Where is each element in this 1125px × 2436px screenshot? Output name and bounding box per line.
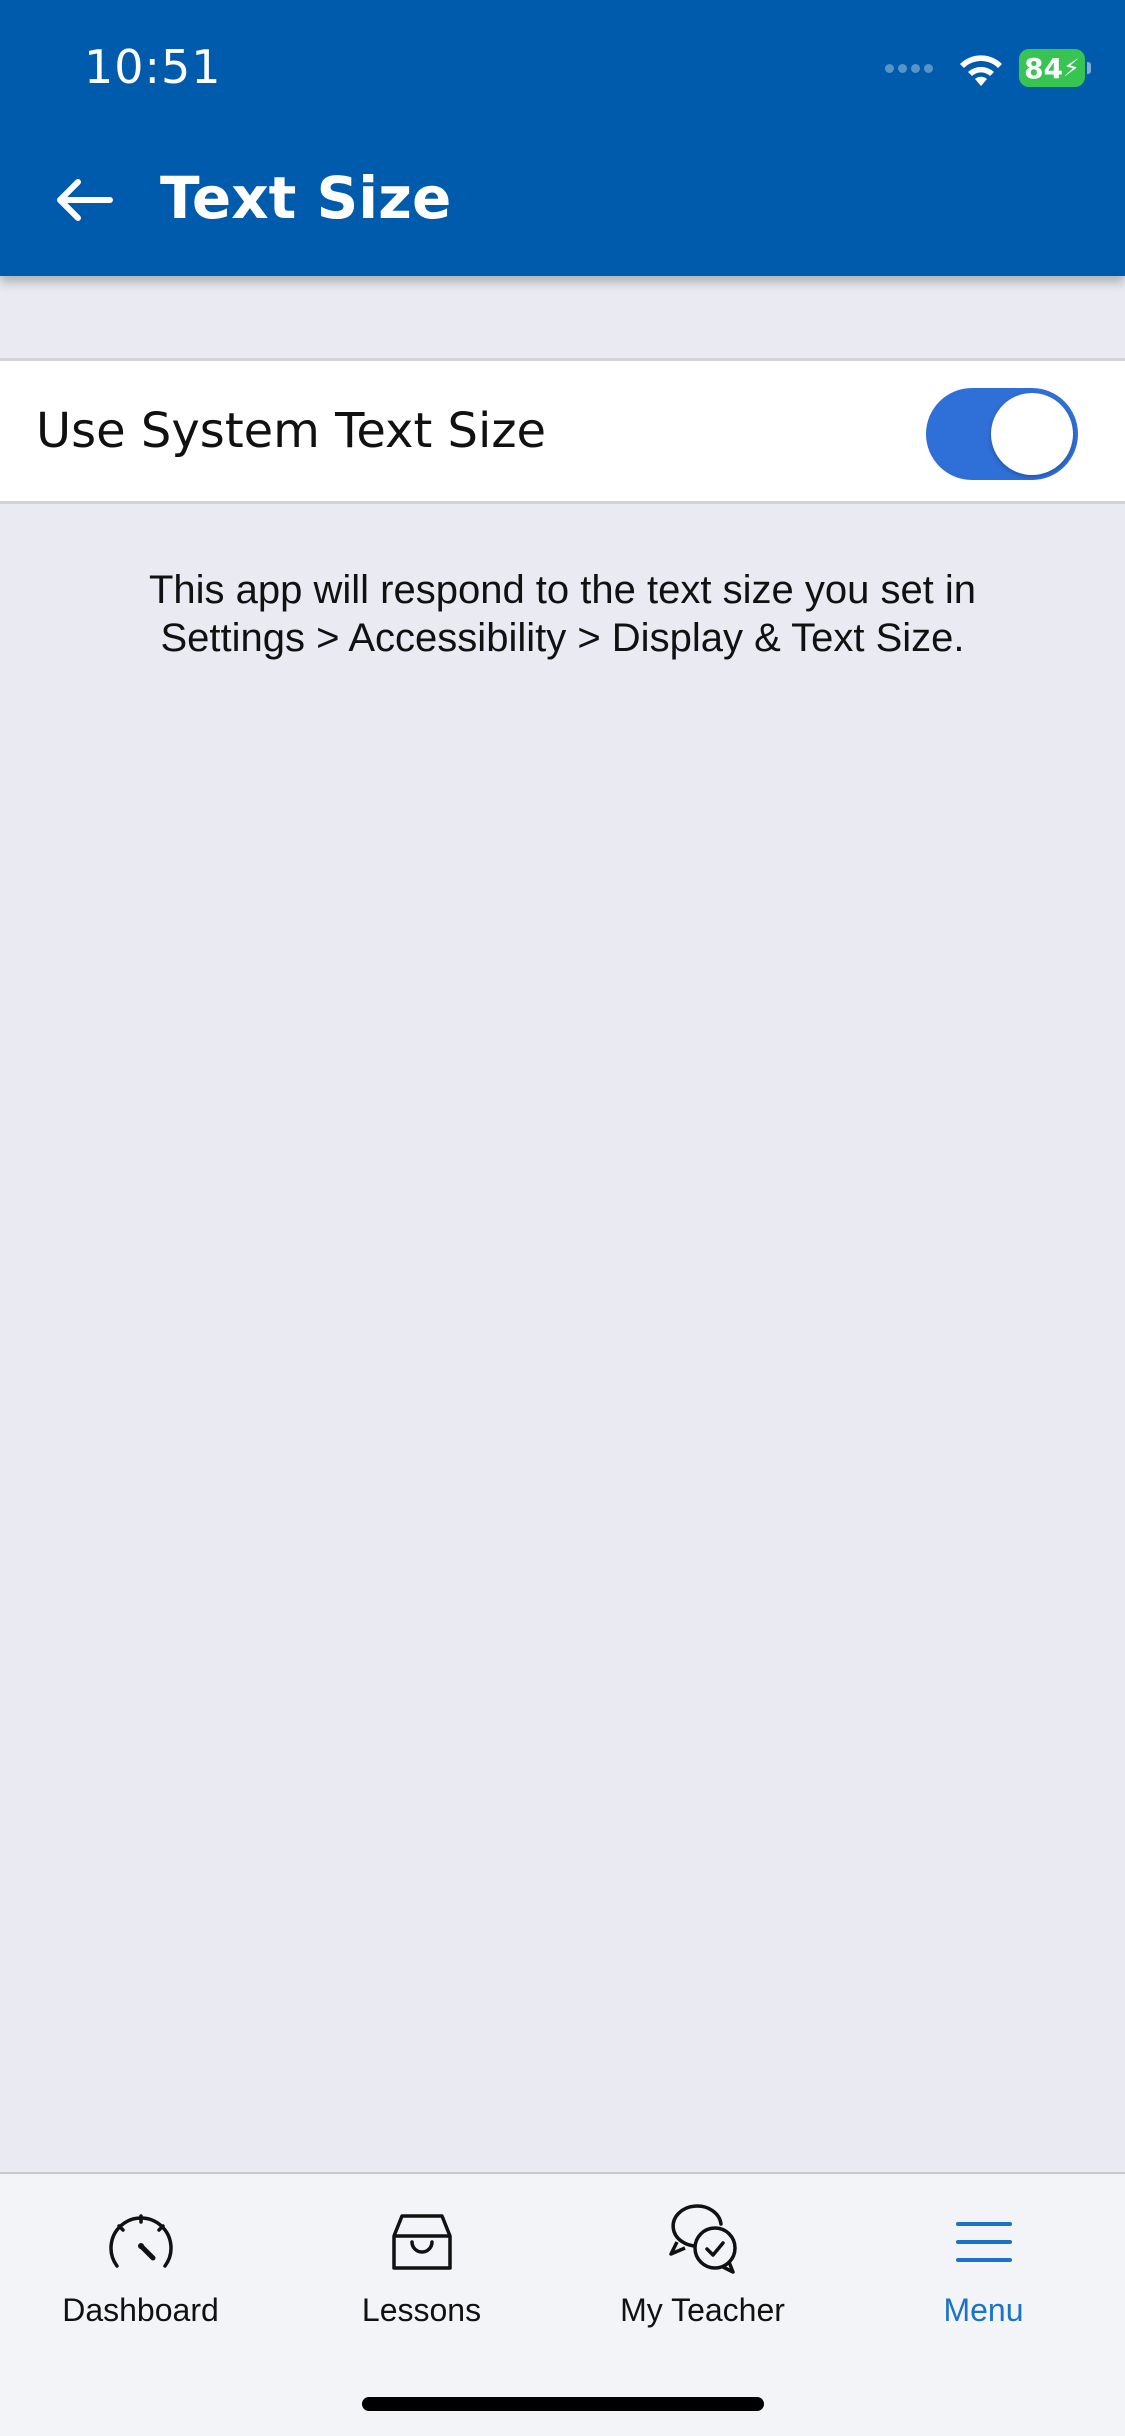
arrow-left-icon [57, 179, 113, 221]
description-line-2: Settings > Accessibility > Display & Tex… [160, 616, 965, 660]
setting-label: Use System Text Size [36, 403, 547, 459]
wifi-icon [960, 55, 1002, 86]
tab-menu[interactable]: Menu [843, 2174, 1124, 2364]
status-time: 10:51 [84, 40, 222, 94]
page-title: Text Size [160, 164, 452, 232]
tab-dashboard[interactable]: Dashboard [0, 2174, 281, 2364]
speedometer-icon [108, 2214, 173, 2268]
status-indicators: 84 ⚡ [885, 46, 1091, 90]
battery-level: 84 [1024, 51, 1064, 85]
tab-lessons[interactable]: Lessons [281, 2174, 562, 2364]
home-indicator[interactable] [362, 2397, 764, 2411]
cellular-signal-icon [885, 63, 937, 73]
use-system-text-size-row: Use System Text Size [0, 358, 1125, 504]
toggle-knob [991, 393, 1073, 475]
tab-label: Dashboard [62, 2292, 219, 2328]
tab-my-teacher[interactable]: My Teacher [562, 2174, 843, 2364]
app-header: 10:51 84 ⚡ Text Size [0, 0, 1125, 276]
description-text: This app will respond to the text size y… [60, 566, 1065, 662]
tab-label: Lessons [361, 2292, 482, 2328]
back-button[interactable] [44, 160, 124, 240]
inbox-tray-icon [391, 2214, 452, 2270]
system-text-size-toggle[interactable] [926, 388, 1078, 480]
battery-icon: 84 ⚡ [1019, 49, 1091, 87]
chat-bubbles-check-icon [668, 2204, 737, 2274]
charging-bolt-icon: ⚡ [1063, 54, 1080, 82]
hamburger-menu-icon [955, 2222, 1012, 2262]
tab-label: My Teacher [620, 2292, 785, 2328]
tab-label: Menu [943, 2292, 1024, 2328]
description-line-1: This app will respond to the text size y… [148, 568, 977, 612]
